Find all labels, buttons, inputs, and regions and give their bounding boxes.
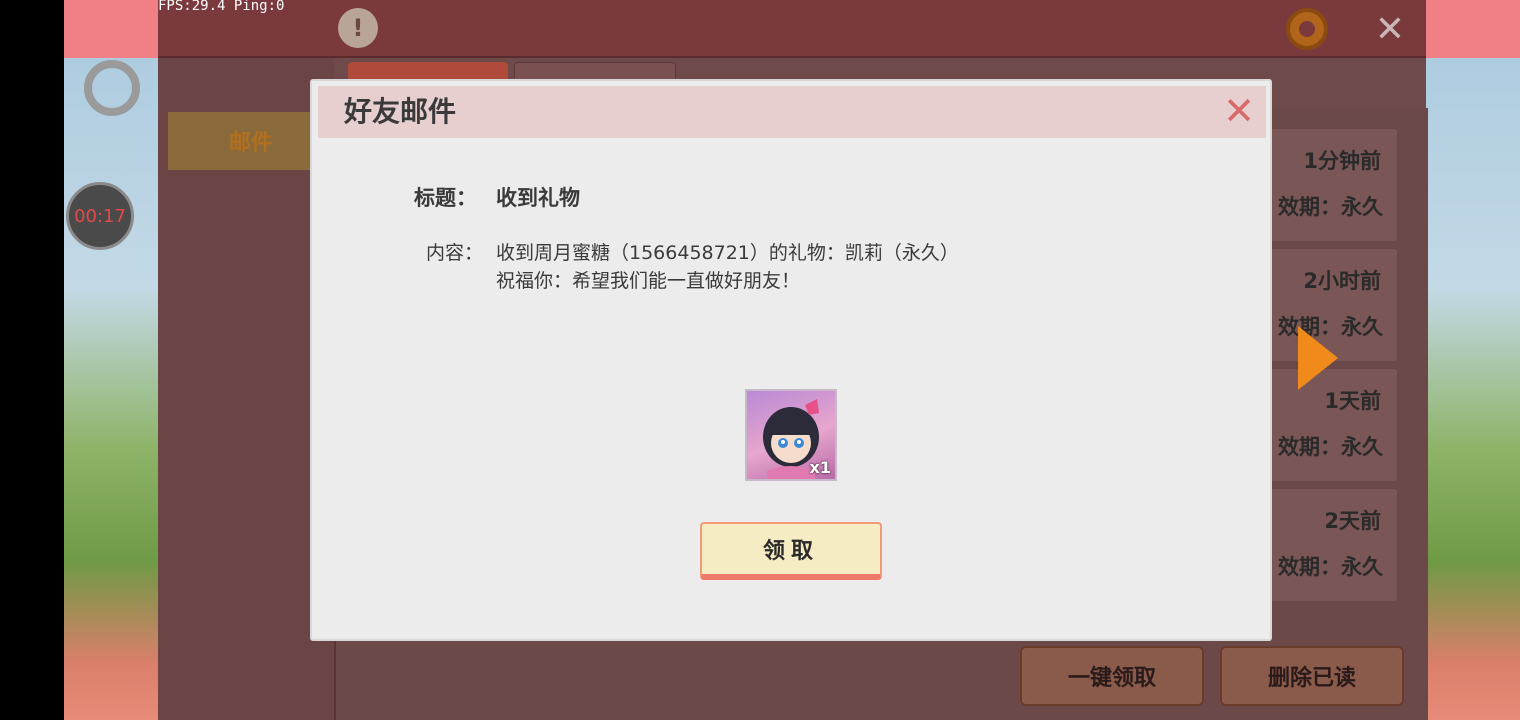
fps-readout: FPS:29.4 Ping:0: [158, 0, 285, 14]
close-icon[interactable]: ✕: [1220, 92, 1258, 130]
subject-value: 收到礼物: [496, 186, 580, 210]
info-icon[interactable]: !: [338, 8, 378, 48]
mail-time: 2天前: [1324, 509, 1381, 533]
gear-icon[interactable]: [1286, 8, 1328, 50]
content-text: 收到周月蜜糖（1566458721）的礼物：凯莉（永久）: [496, 242, 959, 264]
claim-button[interactable]: 领取: [700, 522, 882, 580]
mail-expire: 效期：永久: [1278, 555, 1383, 579]
mail-expire: 效期：永久: [1278, 435, 1383, 459]
screen-edge: [0, 0, 64, 720]
mail-expire: 效期：永久: [1278, 195, 1383, 219]
close-icon[interactable]: ✕: [1370, 10, 1410, 50]
dialog-header: [318, 86, 1266, 138]
gift-quantity: x1: [809, 458, 831, 477]
delete-read-button[interactable]: 删除已读: [1220, 646, 1404, 706]
dialog-title: 好友邮件: [344, 95, 457, 128]
mail-time: 1分钟前: [1303, 149, 1381, 173]
record-button[interactable]: [84, 60, 140, 116]
subject-label: 标题：: [414, 186, 477, 210]
content-label: 内容：: [426, 242, 484, 264]
claim-all-button[interactable]: 一键领取: [1020, 646, 1204, 706]
arrow-right-icon[interactable]: [1298, 326, 1338, 390]
content-text: 祝福你：希望我们能一直做好朋友！: [496, 270, 801, 292]
gift-item-icon[interactable]: x1: [745, 389, 837, 481]
mail-time: 2小时前: [1303, 269, 1381, 293]
record-timer[interactable]: 00:17: [66, 182, 134, 250]
